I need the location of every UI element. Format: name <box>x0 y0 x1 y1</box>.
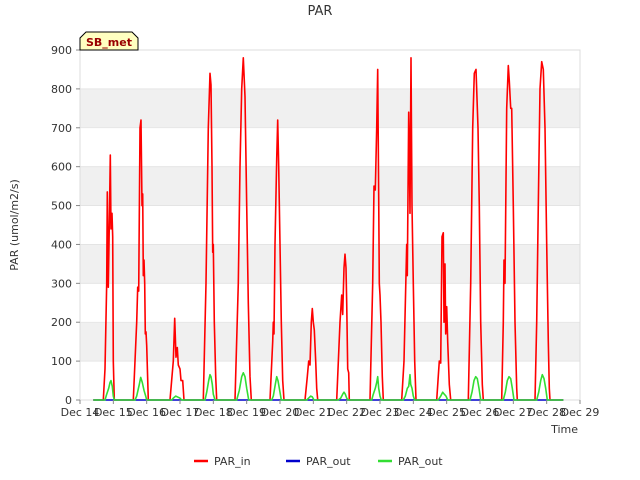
y-axis: 0100200300400500600700800900 <box>51 44 80 407</box>
x-tick-label: Dec 29 <box>561 406 600 419</box>
y-tick-label: 900 <box>51 44 72 57</box>
y-tick-label: 500 <box>51 200 72 213</box>
x-axis-label: Time <box>550 423 578 436</box>
chart: PAR 0100200300400500600700800900 Dec 14D… <box>8 4 600 468</box>
y-tick-label: 800 <box>51 83 72 96</box>
x-axis: Dec 14Dec 15Dec 16Dec 17Dec 18Dec 19Dec … <box>61 400 600 419</box>
legend-label: PAR_out <box>306 455 351 468</box>
y-tick-label: 600 <box>51 161 72 174</box>
site-label: SB_met <box>86 36 132 49</box>
grid-band <box>80 50 580 89</box>
chart-title: PAR <box>308 4 333 19</box>
grid-band <box>80 322 580 362</box>
y-axis-label: PAR (umol/m2/s) <box>8 179 21 271</box>
legend-label: PAR_in <box>214 455 251 468</box>
grid-band <box>80 88 580 128</box>
y-tick-label: 200 <box>51 316 72 329</box>
grid-band <box>80 166 580 206</box>
legend-label: PAR_out <box>398 455 443 468</box>
y-tick-label: 700 <box>51 122 72 135</box>
grid-band <box>80 127 580 167</box>
grid-band <box>80 283 580 323</box>
site-label-box: SB_met <box>79 31 139 51</box>
y-tick-label: 400 <box>51 238 72 251</box>
legend: PAR_in PAR_out PAR_out <box>194 455 443 468</box>
y-tick-label: 100 <box>51 355 72 368</box>
y-tick-label: 300 <box>51 277 72 290</box>
